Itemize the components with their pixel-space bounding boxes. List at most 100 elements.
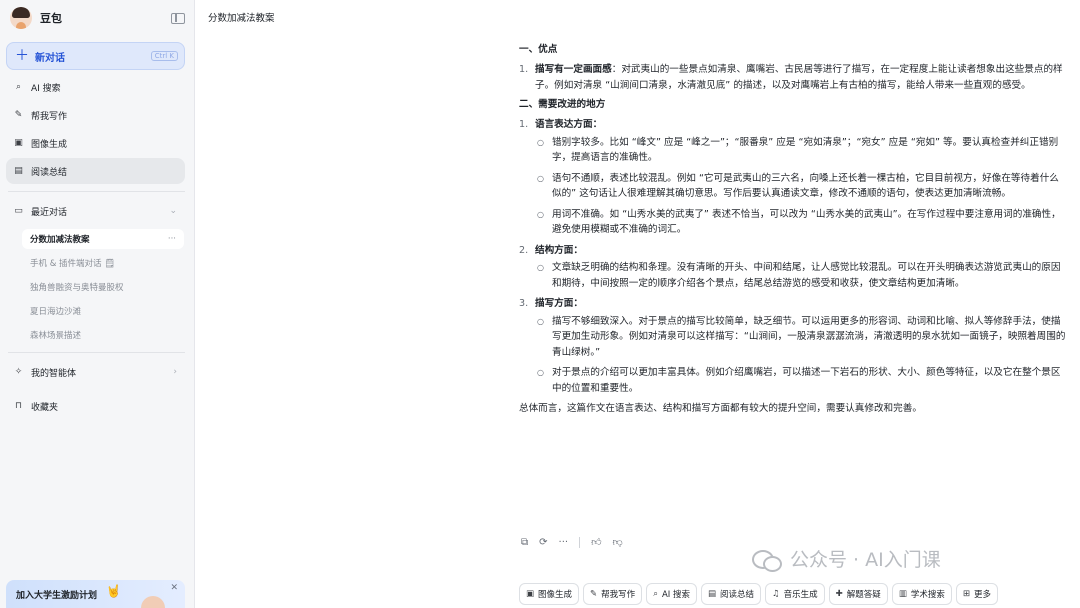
item-title: 描写有一定画面感 — [535, 64, 612, 75]
sidebar-item-label: 帮我写作 — [31, 111, 68, 122]
read-icon: ▤ — [14, 166, 23, 176]
item-text: ：对武夷山的一些景点如清泉、鹰嘴岩、古民居等进行了描写，在一定程度上能让读者想象… — [535, 64, 1063, 91]
more-icon[interactable]: ··· — [559, 537, 569, 548]
read-icon: ▤ — [707, 589, 717, 599]
sidebar-item-label: 图像生成 — [31, 139, 68, 150]
bullet-item: ○ 语句不通顺，表述比较混乱。例如 “它可是武夷山的三六名，向嗓上还长着一棵古柏… — [537, 171, 1067, 202]
sidebar-divider — [8, 352, 185, 353]
recent-chat-item[interactable]: 夏日海边沙滩 — [22, 301, 184, 321]
list-item: 2. 结构方面： — [519, 244, 583, 256]
chevron-right-icon[interactable]: › — [173, 367, 177, 377]
recent-chat-item[interactable]: 分数加减法教案 ··· — [22, 229, 184, 249]
bullet-text: 错别字较多。比如 “峰文” 应是 “峰之一”；“服番泉” 应是 “宛如清泉”；“… — [552, 136, 1059, 164]
promo-text: 加入大学生激励计划 — [16, 591, 98, 601]
shortcut-badge: Ctrl K — [150, 51, 178, 61]
avatar[interactable] — [10, 7, 32, 29]
grid-icon: ⊞ — [962, 589, 970, 599]
sidebar-item-image-gen[interactable]: ▣ 图像生成 — [6, 130, 185, 156]
bullet-icon: ○ — [537, 316, 544, 326]
recent-chat-label: 夏日海边沙滩 — [30, 307, 82, 317]
list-item: 1. 语言表达方面： — [519, 119, 603, 130]
sidebar-item-label: 我的智能体 — [31, 368, 77, 379]
recent-chat-item[interactable]: 独角兽融资与奥特曼股权 — [22, 277, 184, 297]
chip-label: 更多 — [973, 590, 991, 600]
new-chat-label: 新对话 — [35, 52, 65, 64]
sidebar-item-read-summary[interactable]: ▤ 阅读总结 — [6, 158, 185, 184]
sidebar-item-label: 阅读总结 — [31, 167, 68, 178]
chip-label: 图像生成 — [538, 590, 573, 600]
image-icon: ▣ — [14, 138, 23, 148]
sidebar-item-label: 收藏夹 — [31, 402, 59, 413]
sidebar-item-recent[interactable]: ▭ 最近对话 ⌄ — [6, 198, 185, 224]
sidebar-item-label: AI 搜索 — [31, 83, 61, 94]
question-icon: ✚ — [835, 589, 843, 599]
sidebar-item-ai-search[interactable]: ⌕ AI 搜索 — [6, 74, 185, 100]
watermark: 公众号 · AI入门课 — [752, 545, 941, 572]
recent-chat-label: 手机 & 插件端对话 🗒 — [30, 259, 116, 269]
bullet-text: 对于景点的介绍可以更加丰富具体。例如介绍鹰嘴岩，可以描述一下岩石的形状、大小、颜… — [552, 367, 1061, 394]
skill-problem-solving-button[interactable]: ✚ 解题答疑 — [828, 583, 888, 605]
chip-label: 阅读总结 — [720, 590, 755, 600]
search-icon: ⌕ — [15, 82, 22, 92]
chip-label: AI 搜索 — [661, 590, 690, 600]
bullet-item: ○ 用词不准确。如 “山秀水美的武夷了” 表述不恰当，可以改为 “山秀水美的武夷… — [537, 207, 1067, 238]
skill-read-summary-button[interactable]: ▤ 阅读总结 — [700, 583, 762, 605]
skill-image-gen-button[interactable]: ▣ 图像生成 — [519, 583, 580, 605]
skill-toolbar: ▣ 图像生成 ✎ 帮我写作 ⌕ AI 搜索 ▤ 阅读总结 ♫ 音乐生成 ✚ 解题… — [519, 583, 998, 605]
sidebar-item-favorites[interactable]: ⊓ 收藏夹 — [6, 393, 185, 419]
pen-icon: ✎ — [14, 110, 23, 120]
chip-label: 帮我写作 — [601, 590, 636, 600]
recent-chat-item[interactable]: 手机 & 插件端对话 🗒 — [22, 253, 184, 273]
new-chat-button[interactable]: ＋ 新对话 Ctrl K — [6, 42, 185, 70]
wechat-icon — [752, 548, 782, 572]
section-heading: 二、需要改进的地方 — [519, 99, 606, 110]
book-icon: ▥ — [898, 589, 907, 599]
bullet-icon: ○ — [537, 368, 544, 377]
sidebar-item-writing[interactable]: ✎ 帮我写作 — [6, 102, 185, 128]
summary-paragraph: 总体而言，这篇作文在语言表达、结构和描写方面都有较大的提升空间，需要认真修改和完… — [519, 403, 922, 414]
section-heading: 一、优点 — [519, 44, 558, 55]
sidebar-item-agents[interactable]: ✧ 我的智能体 › — [6, 359, 185, 385]
item-title: 结构方面 — [535, 244, 574, 256]
bullet-icon: ○ — [537, 173, 544, 183]
brand-name: 豆包 — [40, 12, 62, 25]
sidebar-item-label: 最近对话 — [31, 207, 68, 218]
more-icon[interactable]: ··· — [168, 234, 176, 244]
sparkle-icon: ✧ — [14, 367, 23, 377]
recent-chat-label: 独角兽融资与奥特曼股权 — [30, 283, 124, 293]
close-icon[interactable]: ✕ — [170, 583, 178, 593]
chip-label: 解题答疑 — [846, 590, 881, 600]
item-title: 语言表达方面 — [535, 119, 593, 130]
skill-ai-search-button[interactable]: ⌕ AI 搜索 — [646, 583, 697, 605]
sidebar-toggle-icon[interactable] — [171, 12, 185, 24]
assistant-message: 一、优点 1. 描写有一定画面感：对武夷山的一些景点如清泉、鹰嘴岩、古民居等进行… — [519, 42, 1067, 417]
sidebar-divider — [8, 191, 185, 192]
chat-bubble-icon: ▭ — [14, 206, 23, 216]
thumbs-up-icon[interactable]: 👍︎ — [591, 536, 601, 548]
recent-chat-item[interactable]: 森林场景描述 — [22, 325, 184, 345]
hand-emoji-icon: 🤘 — [106, 584, 121, 598]
promo-illustration — [141, 596, 165, 608]
recent-chat-label: 森林场景描述 — [30, 331, 82, 341]
action-divider — [579, 536, 581, 548]
skill-more-button[interactable]: ⊞ 更多 — [955, 583, 998, 605]
item-title: 描写方面 — [535, 298, 574, 309]
bullet-item: ○ 错别字较多。比如 “峰文” 应是 “峰之一”；“服番泉” 应是 “宛如清泉”… — [537, 135, 1067, 166]
regenerate-icon[interactable]: ⟳ — [539, 537, 547, 548]
thumbs-down-icon[interactable]: 👎︎ — [613, 536, 623, 548]
skill-music-gen-button[interactable]: ♫ 音乐生成 — [765, 583, 825, 605]
copy-icon[interactable]: ⧉ — [521, 537, 528, 548]
search-icon: ⌕ — [653, 589, 658, 599]
bullet-item: ○ 描写不够细致深入。对于景点的描写比较简单，缺乏细节。可以运用更多的形容词、动… — [537, 314, 1067, 361]
bullet-text: 文章缺乏明确的结构和条理。没有清晰的开头、中间和结尾，让人感觉比较混乱。可以在开… — [552, 262, 1061, 289]
bullet-text: 语句不通顺，表述比较混乱。例如 “它可是武夷山的三六名，向嗓上还长着一棵古柏，它… — [552, 172, 1059, 200]
promo-banner[interactable]: 加入大学生激励计划 🤘 ✕ — [6, 580, 185, 608]
skill-writing-button[interactable]: ✎ 帮我写作 — [583, 583, 643, 605]
bullet-icon: ○ — [537, 263, 544, 272]
plus-icon: ＋ — [15, 48, 29, 64]
bullet-text: 描写不够细致深入。对于景点的描写比较简单，缺乏细节。可以运用更多的形容词、动词和… — [552, 315, 1066, 358]
skill-academic-search-button[interactable]: ▥ 学术搜索 — [891, 583, 952, 605]
conversation-title: 分数加减法教案 — [208, 13, 275, 24]
chevron-down-icon[interactable]: ⌄ — [169, 206, 177, 216]
brand-header: 豆包 — [10, 6, 185, 30]
